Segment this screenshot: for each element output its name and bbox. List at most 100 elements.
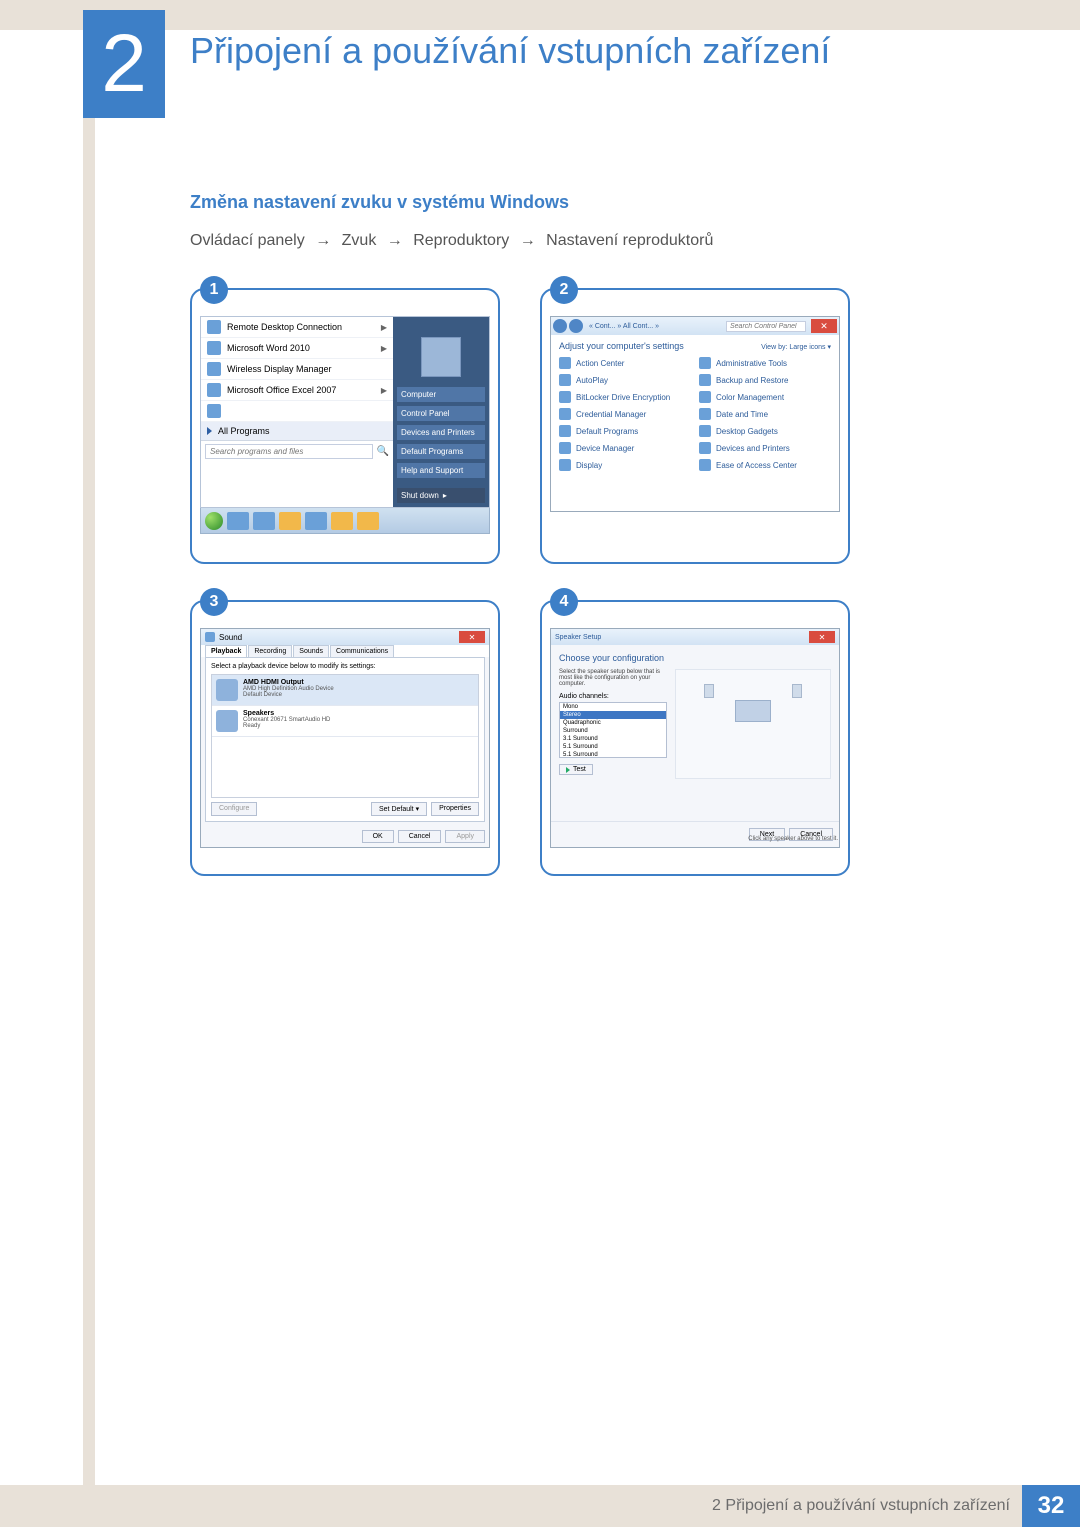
taskbar-button[interactable] <box>279 512 301 530</box>
path-step: Nastavení reproduktorů <box>546 232 713 249</box>
taskbar-button[interactable] <box>331 512 353 530</box>
start-menu-item[interactable]: Microsoft Word 2010 ▶ <box>201 338 393 359</box>
cp-item[interactable]: Backup and Restore <box>699 374 831 386</box>
footer-text: 2 Připojení a používání vstupních zaříze… <box>712 1497 1010 1515</box>
cp-item-icon <box>559 408 571 420</box>
tab-label: Communications <box>336 648 388 655</box>
start-tile[interactable]: Devices and Printers <box>397 425 485 440</box>
cp-item-icon <box>699 391 711 403</box>
cp-item-icon <box>699 374 711 386</box>
search-input[interactable] <box>726 321 806 332</box>
shutdown-button[interactable]: Shut down ▸ <box>397 488 485 503</box>
start-tile-label: Devices and Printers <box>401 428 475 437</box>
cp-item[interactable]: Credential Manager <box>559 408 691 420</box>
cp-item[interactable]: Devices and Printers <box>699 442 831 454</box>
cp-item-label: Default Programs <box>576 427 638 436</box>
play-icon <box>566 767 570 773</box>
set-default-button[interactable]: Set Default ▾ <box>371 802 427 816</box>
close-button[interactable]: ✕ <box>811 319 837 333</box>
cp-item-label: Ease of Access Center <box>716 461 797 470</box>
cp-item-label: Administrative Tools <box>716 359 787 368</box>
cp-item-label: AutoPlay <box>576 376 608 385</box>
cp-item-label: BitLocker Drive Encryption <box>576 393 670 402</box>
apply-button[interactable]: Apply <box>445 830 485 843</box>
cp-item[interactable]: Ease of Access Center <box>699 459 831 471</box>
list-item[interactable]: Surround <box>560 727 666 735</box>
start-menu-item[interactable] <box>201 401 393 422</box>
configure-button[interactable]: Configure <box>211 802 257 816</box>
cp-item[interactable]: Display <box>559 459 691 471</box>
cp-item-icon <box>699 408 711 420</box>
speaker-diagram <box>675 669 831 779</box>
start-orb-icon[interactable] <box>205 512 223 530</box>
cp-item[interactable]: BitLocker Drive Encryption <box>559 391 691 403</box>
page-title: Připojení a používání vstupních zařízení <box>190 30 830 72</box>
close-button[interactable]: ✕ <box>459 631 485 643</box>
speaker-left-icon[interactable] <box>704 684 714 698</box>
cp-item-icon <box>559 459 571 471</box>
chevron-right-icon: ▶ <box>381 386 387 395</box>
back-button[interactable] <box>553 319 567 333</box>
window-title-text: Sound <box>219 633 242 642</box>
list-item[interactable]: Speakers Conexant 20671 SmartAudio HD Re… <box>212 706 478 737</box>
start-tile[interactable]: Help and Support <box>397 463 485 478</box>
list-item[interactable]: 3.1 Surround <box>560 735 666 743</box>
ok-button[interactable]: OK <box>362 830 394 843</box>
list-item[interactable]: 5.1 Surround <box>560 751 666 758</box>
list-item[interactable]: Quadraphonic <box>560 719 666 727</box>
all-programs-button[interactable]: All Programs <box>201 422 393 440</box>
properties-button[interactable]: Properties <box>431 802 479 816</box>
cp-item-label: Action Center <box>576 359 624 368</box>
window-titlebar: Speaker Setup ✕ <box>551 629 839 645</box>
cp-item-icon <box>559 374 571 386</box>
cp-item[interactable]: Device Manager <box>559 442 691 454</box>
search-input[interactable] <box>205 444 373 459</box>
start-tile-label: Help and Support <box>401 466 463 475</box>
start-menu-item-label: Microsoft Word 2010 <box>227 343 310 353</box>
taskbar-button[interactable] <box>227 512 249 530</box>
breadcrumb[interactable]: « Cont... » All Cont... » <box>589 323 659 330</box>
panel-speaker-setup: 4 Speaker Setup ✕ Choose your configurat… <box>540 600 850 876</box>
start-tile[interactable]: Control Panel <box>397 406 485 421</box>
start-tile[interactable]: Computer <box>397 387 485 402</box>
close-button[interactable]: ✕ <box>809 631 835 643</box>
triangle-icon <box>207 427 212 435</box>
start-menu-item[interactable]: Wireless Display Manager <box>201 359 393 380</box>
chevron-right-icon: ▸ <box>443 491 447 500</box>
cp-item[interactable]: Color Management <box>699 391 831 403</box>
list-item[interactable]: AMD HDMI Output AMD High Definition Audi… <box>212 675 478 706</box>
button-label: OK <box>373 833 383 840</box>
user-avatar[interactable] <box>421 337 461 377</box>
list-item[interactable]: Stereo <box>560 711 666 719</box>
test-button[interactable]: Test <box>559 764 593 775</box>
list-item[interactable]: Mono <box>560 703 666 711</box>
tab-recording[interactable]: Recording <box>248 645 292 657</box>
start-menu-item[interactable]: Remote Desktop Connection ▶ <box>201 317 393 338</box>
cp-item[interactable]: Administrative Tools <box>699 357 831 369</box>
list-item[interactable]: 5.1 Surround <box>560 743 666 751</box>
cp-item[interactable]: Default Programs <box>559 425 691 437</box>
cp-item[interactable]: AutoPlay <box>559 374 691 386</box>
audio-channels-list[interactable]: Mono Stereo Quadraphonic Surround 3.1 Su… <box>559 702 667 758</box>
tab-communications[interactable]: Communications <box>330 645 394 657</box>
search-icon[interactable]: 🔍 <box>377 446 389 457</box>
section-title: Změna nastavení zvuku v systému Windows <box>190 192 569 213</box>
start-menu-item[interactable]: Microsoft Office Excel 2007 ▶ <box>201 380 393 401</box>
cp-item[interactable]: Desktop Gadgets <box>699 425 831 437</box>
taskbar-button[interactable] <box>357 512 379 530</box>
cp-item[interactable]: Date and Time <box>699 408 831 420</box>
cp-item[interactable]: Action Center <box>559 357 691 369</box>
window-titlebar: Sound ✕ <box>201 629 489 645</box>
taskbar-button[interactable] <box>305 512 327 530</box>
tab-sounds[interactable]: Sounds <box>293 645 329 657</box>
start-menu: Remote Desktop Connection ▶ Microsoft Wo… <box>200 316 490 508</box>
cancel-button[interactable]: Cancel <box>398 830 442 843</box>
speaker-setup-window: Speaker Setup ✕ Choose your configuratio… <box>550 628 840 848</box>
speaker-right-icon[interactable] <box>792 684 802 698</box>
taskbar-button[interactable] <box>253 512 275 530</box>
forward-button[interactable] <box>569 319 583 333</box>
tab-playback[interactable]: Playback <box>205 645 247 657</box>
start-tile[interactable]: Default Programs <box>397 444 485 459</box>
sound-instruction: Select a playback device below to modify… <box>211 663 479 670</box>
control-panel-body: Adjust your computer's settings View by:… <box>551 335 839 511</box>
